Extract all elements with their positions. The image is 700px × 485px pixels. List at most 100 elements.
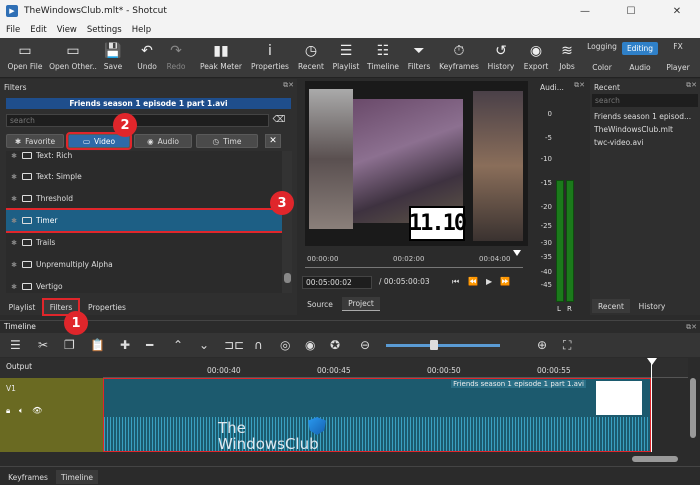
list-item[interactable]: TheWindowsClub.mlt xyxy=(594,125,698,134)
menu-view[interactable]: View xyxy=(57,25,77,35)
menu-file[interactable]: File xyxy=(6,25,20,35)
copy-icon[interactable]: ❐ xyxy=(64,338,75,352)
star-icon: ✱ xyxy=(11,172,17,181)
v1-track-header[interactable]: V1 🔒︎ 🔈︎ 👁︎ xyxy=(0,378,103,452)
position-timecode[interactable]: 00:05:00:02 xyxy=(302,276,372,289)
lift-icon[interactable]: ⌃ xyxy=(173,338,183,352)
peak-meter-button[interactable]: ▮▮ Peak Meter xyxy=(198,40,244,71)
tab-favorite[interactable]: ✱ Favorite xyxy=(6,134,64,148)
timeline-clip[interactable]: Friends season 1 episode 1 part 1.avi xyxy=(103,378,651,452)
skip-previous-icon[interactable]: ⏮ xyxy=(452,277,459,287)
panel-float-close-icon[interactable]: ⧉✕ xyxy=(574,81,585,90)
list-item[interactable]: ✱ Trails xyxy=(6,232,282,253)
save-icon: 💾 xyxy=(104,43,122,59)
export-icon: ◉ xyxy=(529,43,543,59)
star-icon: ✱ xyxy=(11,282,17,291)
panel-float-close-icon[interactable]: ⧉✕ xyxy=(686,81,697,90)
list-item[interactable]: ✱ Unpremultiply Alpha xyxy=(6,254,282,275)
workspace-color[interactable]: Color xyxy=(584,63,620,72)
timeline-hscrollbar[interactable] xyxy=(632,456,678,462)
list-item-timer[interactable]: ✱ Timer xyxy=(6,208,282,233)
list-item[interactable]: ✱ Text: Simple xyxy=(6,166,282,187)
list-item[interactable]: ✱ Threshold xyxy=(6,188,282,209)
tab-history[interactable]: History xyxy=(634,299,670,313)
workspace-logging[interactable]: Logging xyxy=(584,42,620,51)
remove-icon[interactable]: ━ xyxy=(146,338,153,352)
zoom-fit-icon[interactable]: ⛶ xyxy=(563,338,571,353)
workspace-audio[interactable]: Audio xyxy=(622,63,658,72)
tab-time[interactable]: ◷ Time xyxy=(196,134,258,148)
redo-button[interactable]: ↷ Redo xyxy=(153,40,199,71)
append-icon[interactable]: ✚ xyxy=(120,338,130,352)
workspace-fx[interactable]: FX xyxy=(660,42,696,51)
recent-search-input[interactable]: search xyxy=(592,94,698,107)
video-preview[interactable]: 11.10 xyxy=(305,81,528,246)
timeline-playhead[interactable] xyxy=(651,358,652,452)
tab-project[interactable]: Project xyxy=(342,297,380,311)
open-other-icon: ▭ xyxy=(66,43,80,59)
tab-properties[interactable]: Properties xyxy=(82,300,132,314)
filter-search-input[interactable]: search xyxy=(6,114,269,127)
ripple-icon[interactable]: ◉ xyxy=(305,338,315,352)
menu-help[interactable]: Help xyxy=(132,25,151,35)
tab-recent[interactable]: Recent xyxy=(592,299,630,313)
properties-icon: i xyxy=(268,43,272,59)
timeline-ruler[interactable]: 00:00:40 00:00:45 00:00:50 00:00:55 xyxy=(103,358,688,378)
paste-icon[interactable]: 📋 xyxy=(90,338,105,352)
scrollbar-thumb[interactable] xyxy=(284,273,291,283)
menu-icon[interactable]: ☰ xyxy=(10,338,21,352)
maximize-button[interactable]: ☐ xyxy=(608,0,654,22)
list-item[interactable]: twc-video.avi xyxy=(594,138,698,147)
open-file-button[interactable]: ▭ Open File xyxy=(2,40,48,71)
close-filter-icon[interactable]: ✕ xyxy=(265,134,281,148)
ripple-all-icon[interactable]: ✪ xyxy=(330,338,340,352)
scrub-icon[interactable]: ◎ xyxy=(280,338,290,352)
timeline-playhead-handle[interactable] xyxy=(647,358,657,365)
list-item[interactable]: Friends season 1 episod... xyxy=(594,112,698,121)
fast-forward-icon[interactable]: ⏩ xyxy=(500,277,510,286)
tab-keyframes[interactable]: Keyframes xyxy=(4,470,52,484)
overwrite-icon[interactable]: ⌄ xyxy=(199,338,209,352)
player-ruler[interactable]: 00:00:00 00:02:00 00:04:00 xyxy=(305,254,523,268)
rewind-icon[interactable]: ⏪ xyxy=(468,277,478,286)
clear-search-icon[interactable]: ⌫ xyxy=(272,115,286,126)
snap-icon[interactable]: ∩ xyxy=(254,338,263,352)
mute-icon[interactable]: 🔈︎ xyxy=(19,406,24,415)
workspace-editing[interactable]: Editing xyxy=(622,42,658,55)
timeline-vscrollbar[interactable] xyxy=(688,378,698,452)
panel-float-close-icon[interactable]: ⧉✕ xyxy=(686,321,697,333)
zoom-slider[interactable] xyxy=(386,344,500,347)
main-toolbar: ▭ Open File ▭ Open Other.. 💾 Save ↶ Undo ↷ Re… xyxy=(0,38,700,78)
close-button[interactable]: ✕ xyxy=(654,0,700,22)
menu-settings[interactable]: Settings xyxy=(87,25,122,35)
play-icon[interactable]: ▶ xyxy=(486,277,492,286)
window-title: TheWindowsClub.mlt* - Shotcut xyxy=(24,6,167,16)
keyframes-button[interactable]: ⏱ Keyframes xyxy=(436,40,482,71)
jobs-icon: ≋ xyxy=(561,43,573,59)
scrollbar-thumb[interactable] xyxy=(690,378,696,438)
zoom-out-icon[interactable]: ⊖ xyxy=(360,338,370,352)
panel-float-close-icon[interactable]: ⧉✕ xyxy=(283,81,294,90)
channel-right-label: R xyxy=(567,305,572,313)
minimize-button[interactable]: — xyxy=(562,0,608,22)
zoom-slider-handle[interactable] xyxy=(430,340,438,350)
list-item[interactable]: ✱ Vertigo xyxy=(6,276,282,293)
split-icon[interactable]: ⊐⊏ xyxy=(224,338,244,352)
list-item[interactable]: ✱ Text: Rich xyxy=(6,151,282,166)
tab-source[interactable]: Source xyxy=(302,297,338,311)
lock-icon[interactable]: 🔒︎ xyxy=(6,406,10,415)
tab-audio[interactable]: ◉ Audio xyxy=(134,134,192,148)
zoom-in-icon[interactable]: ⊕ xyxy=(537,338,547,352)
tab-playlist[interactable]: Playlist xyxy=(4,300,40,314)
player-panel: 11.10 00:00:00 00:02:00 00:04:00 00:05:0… xyxy=(300,79,532,315)
properties-button[interactable]: i Properties xyxy=(247,40,293,71)
clip-thumbnail xyxy=(596,381,642,415)
player-playhead[interactable] xyxy=(513,250,521,256)
filter-list-scrollbar[interactable] xyxy=(282,151,292,293)
workspace-player[interactable]: Player xyxy=(660,63,696,72)
cut-icon[interactable]: ✂ xyxy=(38,338,48,352)
tab-timeline[interactable]: Timeline xyxy=(56,470,98,484)
timeline-panel-title: Timeline ⧉✕ xyxy=(0,320,700,332)
menu-edit[interactable]: Edit xyxy=(30,25,46,35)
eye-icon[interactable]: 👁︎ xyxy=(32,406,42,415)
